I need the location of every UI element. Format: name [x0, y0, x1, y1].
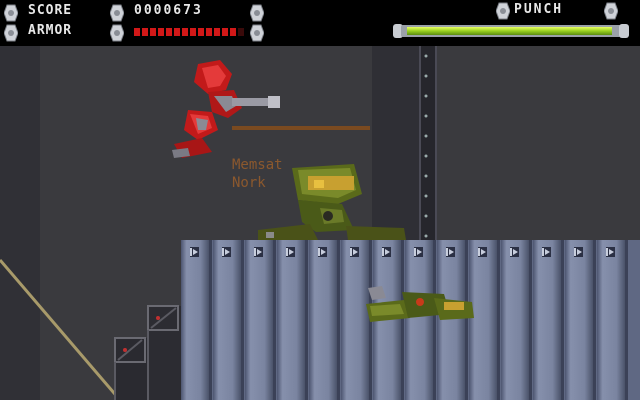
locker-vent [574, 247, 583, 257]
armor-segment [134, 28, 140, 36]
armor-segment [150, 28, 156, 36]
hex-bolt-icon [4, 24, 18, 42]
weapon-bar-cap-right [619, 24, 629, 38]
locker-vent [318, 247, 327, 257]
red-mech-player [172, 60, 280, 158]
hex-bolt-icon [110, 24, 124, 42]
armor-segment [190, 28, 196, 36]
locker [597, 240, 628, 400]
locker-vent [606, 247, 615, 257]
score-label: SCORE [28, 3, 73, 18]
locker [501, 240, 532, 400]
staircase [0, 259, 181, 400]
armor-segment [198, 28, 204, 36]
armor-segment [222, 28, 228, 36]
locker-vent [446, 247, 455, 257]
locker-vent [382, 247, 391, 257]
weapon-energy-bar [393, 24, 629, 38]
armor-segment [206, 28, 212, 36]
hex-bolt-icon [496, 2, 510, 20]
armor-segment [174, 28, 180, 36]
weapon-bar-fill [407, 27, 612, 35]
locker-vent [350, 247, 359, 257]
locker-vent [286, 247, 295, 257]
hex-bolt-icon [110, 4, 124, 22]
locker-vent [478, 247, 487, 257]
green-mech-enemy [258, 164, 406, 240]
locker-vent [414, 247, 423, 257]
armor-segment [158, 28, 164, 36]
hex-bolt-icon [250, 4, 264, 22]
locker [277, 240, 308, 400]
locker-vent [190, 247, 199, 257]
armor-segment [230, 28, 236, 36]
armor-segment [214, 28, 220, 36]
armor-segment [182, 28, 188, 36]
armor-segment [238, 28, 244, 36]
hex-bolt-icon [604, 2, 618, 20]
pillar-rivets [424, 54, 428, 238]
game-screen: Memsat Nork SCORE ARMOR 0000673 PUNCH [0, 0, 640, 400]
locker [181, 240, 212, 400]
wrecked-green-mech [366, 286, 474, 322]
hex-bolt-icon [4, 4, 18, 22]
hud: SCORE ARMOR 0000673 PUNCH [0, 0, 640, 46]
weapon-label: PUNCH [514, 2, 564, 17]
locker-vent [254, 247, 263, 257]
armor-segment [142, 28, 148, 36]
locker-vent [222, 247, 231, 257]
locker-vent [542, 247, 551, 257]
locker-vent [510, 247, 519, 257]
locker [565, 240, 596, 400]
locker [213, 240, 244, 400]
locker [309, 240, 340, 400]
armor-segment [166, 28, 172, 36]
locker [245, 240, 276, 400]
armor-label: ARMOR [28, 23, 73, 38]
hex-bolt-icon [250, 24, 264, 42]
metal-pillar [419, 46, 437, 240]
score-value: 0000673 [134, 3, 203, 18]
locker [533, 240, 564, 400]
